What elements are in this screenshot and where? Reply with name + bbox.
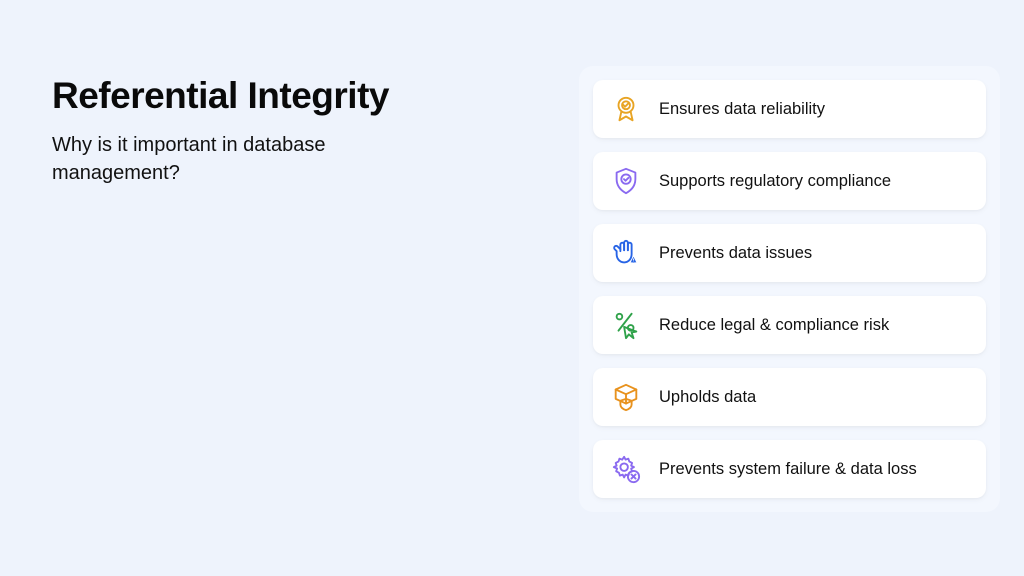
- award-ribbon-icon: [611, 94, 641, 124]
- benefits-panel: Ensures data reliability Supports regula…: [579, 66, 1000, 512]
- benefit-card: Supports regulatory compliance: [593, 152, 986, 210]
- benefit-label: Ensures data reliability: [659, 100, 825, 119]
- page-title: Referential Integrity: [52, 75, 559, 117]
- benefit-label: Upholds data: [659, 388, 756, 407]
- benefit-label: Prevents system failure & data loss: [659, 460, 917, 479]
- box-shield-icon: [611, 382, 641, 412]
- hand-alert-icon: [611, 238, 641, 268]
- benefit-label: Prevents data issues: [659, 244, 812, 263]
- shield-check-icon: [611, 166, 641, 196]
- benefit-label: Supports regulatory compliance: [659, 172, 891, 191]
- benefit-card: Upholds data: [593, 368, 986, 426]
- page-subtitle: Why is it important in database manageme…: [52, 131, 452, 187]
- benefit-card: Prevents system failure & data loss: [593, 440, 986, 498]
- gear-x-icon: [611, 454, 641, 484]
- benefit-card: Prevents data issues: [593, 224, 986, 282]
- cursor-percent-icon: [611, 310, 641, 340]
- benefit-card: Ensures data reliability: [593, 80, 986, 138]
- benefit-label: Reduce legal & compliance risk: [659, 316, 889, 335]
- benefit-card: Reduce legal & compliance risk: [593, 296, 986, 354]
